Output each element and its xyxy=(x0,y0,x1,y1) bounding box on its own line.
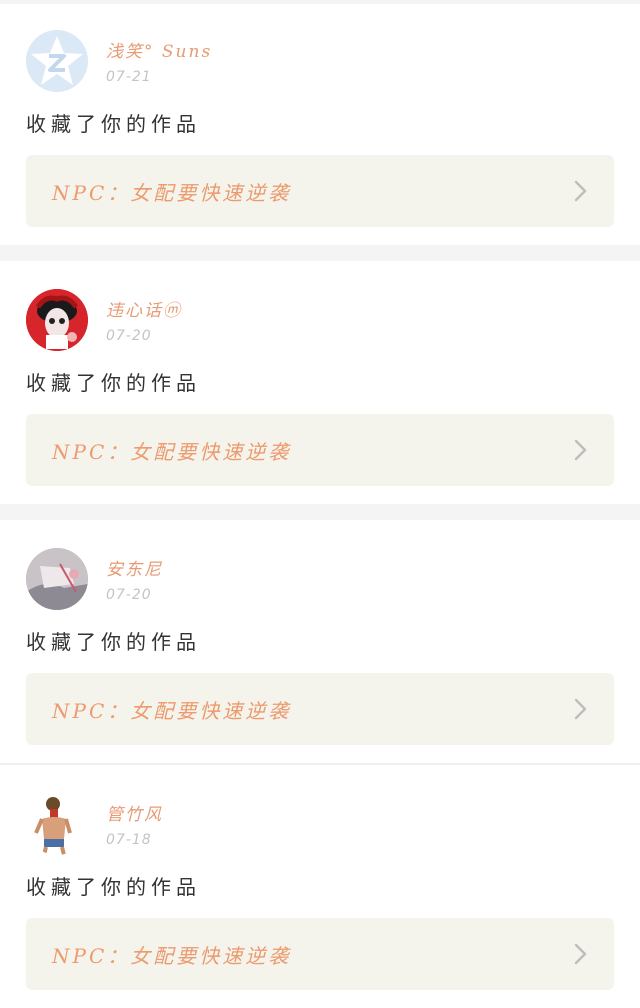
notification-card: 浅笑° Suns 07-21 收藏了你的作品 NPC：女配要快速逆袭 xyxy=(0,4,640,245)
action-text: 收藏了你的作品 xyxy=(26,112,201,136)
work-title: NPC：女配要快速逆袭 xyxy=(52,943,292,968)
action-text: 收藏了你的作品 xyxy=(26,875,201,899)
chevron-right-icon xyxy=(574,439,588,461)
anime-girl-avatar-icon xyxy=(26,289,88,351)
avatar[interactable] xyxy=(26,30,88,92)
notification-card: 管竹风 07-18 收藏了你的作品 NPC：女配要快速逆袭 xyxy=(0,765,640,1008)
avatar[interactable] xyxy=(26,793,88,855)
man-figure-avatar-icon xyxy=(26,793,88,855)
work-link[interactable]: NPC：女配要快速逆袭 xyxy=(26,673,614,745)
work-title: NPC：女配要快速逆袭 xyxy=(52,180,292,205)
chevron-right-icon xyxy=(574,698,588,720)
avatar[interactable] xyxy=(26,289,88,351)
username[interactable]: 安东尼 xyxy=(106,555,163,580)
favorites-feed: 浅笑° Suns 07-21 收藏了你的作品 NPC：女配要快速逆袭 违心话ⓜ … xyxy=(0,0,640,1008)
username[interactable]: 浅笑° Suns xyxy=(106,37,212,62)
timestamp: 07-21 xyxy=(106,69,152,85)
chevron-right-icon xyxy=(574,943,588,965)
user-row: 安东尼 07-20 xyxy=(26,548,614,610)
notification-card: 违心话ⓜ 07-20 收藏了你的作品 NPC：女配要快速逆袭 xyxy=(0,261,640,504)
user-row: 浅笑° Suns 07-21 xyxy=(26,30,614,92)
action-text: 收藏了你的作品 xyxy=(26,371,201,395)
avatar[interactable] xyxy=(26,548,88,610)
action-text: 收藏了你的作品 xyxy=(26,630,201,654)
chevron-right-icon xyxy=(574,180,588,202)
username[interactable]: 管竹风 xyxy=(106,800,163,825)
user-row: 管竹风 07-18 xyxy=(26,793,614,855)
section-gap xyxy=(0,504,640,520)
work-link[interactable]: NPC：女配要快速逆袭 xyxy=(26,414,614,486)
notification-card: 安东尼 07-20 收藏了你的作品 NPC：女配要快速逆袭 xyxy=(0,520,640,763)
timestamp: 07-18 xyxy=(106,832,152,848)
section-gap xyxy=(0,245,640,261)
timestamp: 07-20 xyxy=(106,328,152,344)
username[interactable]: 违心话ⓜ xyxy=(106,296,182,321)
user-row: 违心话ⓜ 07-20 xyxy=(26,289,614,351)
work-title: NPC：女配要快速逆袭 xyxy=(52,439,292,464)
work-link[interactable]: NPC：女配要快速逆袭 xyxy=(26,155,614,227)
work-link[interactable]: NPC：女配要快速逆袭 xyxy=(26,918,614,990)
work-title: NPC：女配要快速逆袭 xyxy=(52,698,292,723)
timestamp: 07-20 xyxy=(106,587,152,603)
qq-zone-star-icon xyxy=(26,30,88,92)
photo-avatar-icon xyxy=(26,548,88,610)
